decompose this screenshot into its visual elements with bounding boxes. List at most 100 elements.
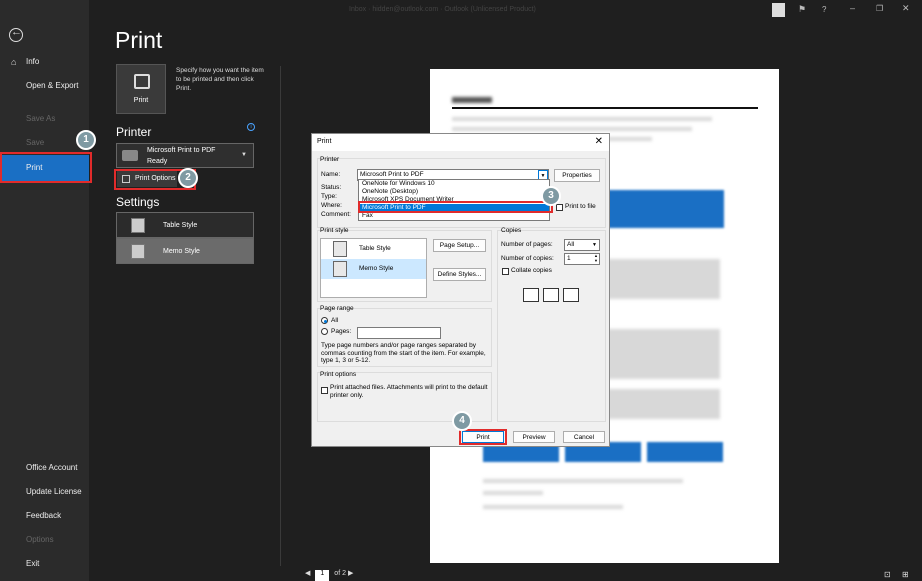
printer-icon bbox=[134, 74, 150, 89]
where-label: Where: bbox=[321, 202, 342, 209]
page-title: Print bbox=[115, 27, 163, 53]
printer-option[interactable]: Fax bbox=[359, 212, 549, 220]
highlight-print-nav bbox=[0, 152, 92, 183]
name-label: Name: bbox=[321, 171, 341, 178]
step-badge-4: 4 bbox=[452, 411, 472, 431]
dialog-close-icon[interactable]: ✕ bbox=[595, 136, 603, 147]
print-button-label: Print bbox=[133, 97, 149, 104]
pages-label: Pages: bbox=[331, 328, 352, 335]
pages-radio[interactable] bbox=[321, 328, 328, 335]
num-pages-label: Number of pages: bbox=[501, 241, 553, 248]
print-to-file-checkbox[interactable] bbox=[556, 204, 563, 211]
back-icon[interactable]: ← bbox=[9, 26, 23, 42]
nav-item-save-as[interactable]: Save As bbox=[0, 110, 89, 128]
close-icon[interactable]: ✕ bbox=[902, 3, 910, 14]
printer-name: Microsoft Print to PDF bbox=[147, 147, 216, 154]
nav-item-open-export[interactable]: Open & Export bbox=[0, 77, 89, 95]
num-pages-value: All bbox=[567, 241, 575, 248]
print-button[interactable]: Print bbox=[116, 64, 166, 114]
status-label: Status: bbox=[321, 184, 342, 191]
printer-status-icon bbox=[122, 150, 138, 161]
page-navigator: ◀ 1 of 2 ▶ bbox=[305, 569, 353, 581]
window-title: Inbox · hidden@outlook.com · Outlook (Un… bbox=[349, 6, 536, 13]
nav-item-info[interactable]: Info bbox=[0, 53, 89, 71]
printer-group-label: Printer bbox=[320, 156, 340, 163]
dialog-style-table-label: Table Style bbox=[359, 245, 391, 252]
help-icon[interactable]: ? bbox=[822, 5, 826, 14]
step-badge-1: 1 bbox=[76, 130, 96, 150]
prev-page-icon[interactable]: ◀ bbox=[305, 570, 310, 577]
dialog-style-memo-label: Memo Style bbox=[359, 265, 394, 272]
avatar[interactable] bbox=[772, 3, 785, 17]
spinner-icon[interactable]: ▲ ▼ bbox=[594, 253, 598, 263]
nav-item-office-account[interactable]: Office Account bbox=[0, 459, 89, 477]
printer-name-value: Microsoft Print to PDF bbox=[360, 171, 424, 178]
dialog-style-table[interactable]: Table Style bbox=[321, 239, 426, 259]
collate-label: Collate copies bbox=[511, 267, 552, 274]
memo-style-thumbnail bbox=[333, 261, 347, 277]
num-pages-select[interactable]: All ▼ bbox=[564, 239, 600, 251]
nav-item-update-license[interactable]: Update License bbox=[0, 483, 89, 501]
cancel-button[interactable]: Cancel bbox=[563, 431, 605, 443]
printer-select[interactable]: Microsoft Print to PDF Ready ▼ bbox=[116, 143, 254, 168]
print-style-list[interactable]: Table Style Memo Style bbox=[320, 238, 427, 298]
define-styles-button[interactable]: Define Styles... bbox=[433, 268, 486, 281]
minimize-icon[interactable]: – bbox=[850, 3, 855, 13]
print-options-label: Print options bbox=[320, 371, 357, 378]
page-number-input[interactable]: 1 bbox=[315, 570, 330, 581]
info-icon[interactable]: i bbox=[247, 123, 255, 131]
properties-button[interactable]: Properties bbox=[554, 169, 600, 182]
step-badge-2: 2 bbox=[178, 168, 198, 188]
restore-icon[interactable]: ❐ bbox=[876, 4, 883, 13]
chevron-down-icon: ▼ bbox=[241, 152, 247, 158]
step-badge-3: 3 bbox=[541, 186, 561, 206]
num-copies-label: Number of copies: bbox=[501, 255, 554, 262]
printer-status: Ready bbox=[147, 158, 168, 165]
all-pages-radio[interactable] bbox=[321, 317, 328, 324]
copies-label: Copies bbox=[501, 227, 522, 234]
page-setup-button[interactable]: Page Setup... bbox=[433, 239, 486, 252]
nav-item-options[interactable]: Options bbox=[0, 531, 89, 549]
multiple-pages-icon[interactable]: ⊞ bbox=[902, 570, 909, 579]
printer-dropdown-list: OneNote for Windows 10 OneNote (Desktop)… bbox=[358, 179, 550, 221]
preview-button[interactable]: Preview bbox=[513, 431, 555, 443]
print-hint: Specify how you want the item to be prin… bbox=[176, 67, 264, 92]
collate-pages-icon bbox=[523, 288, 539, 302]
backstage-nav: ← ⌂ Info Open & Export Save As Save Atta… bbox=[0, 0, 89, 581]
print-dialog: Print ✕ Printer Name: Microsoft Print to… bbox=[311, 133, 610, 447]
memo-style-thumbnail bbox=[131, 244, 145, 259]
collate-pages-icon bbox=[563, 288, 579, 302]
table-style-thumbnail bbox=[333, 241, 347, 257]
dialog-titlebar: Print ✕ bbox=[312, 134, 609, 151]
collate-checkbox[interactable] bbox=[502, 268, 509, 275]
printer-option[interactable]: OneNote for Windows 10 bbox=[359, 180, 549, 188]
dialog-style-memo[interactable]: Memo Style bbox=[321, 259, 426, 279]
type-label: Type: bbox=[321, 193, 337, 200]
style-table-label: Table Style bbox=[163, 222, 198, 229]
printer-option[interactable]: OneNote (Desktop) bbox=[359, 188, 549, 196]
highlight-printer-option bbox=[358, 201, 553, 213]
feedback-icon[interactable]: ⚑ bbox=[798, 4, 806, 15]
style-table[interactable]: Table Style bbox=[116, 212, 254, 238]
print-style-label: Print style bbox=[320, 227, 349, 234]
collate-pages-icon bbox=[543, 288, 559, 302]
dialog-title: Print bbox=[317, 138, 332, 145]
settings-heading: Settings bbox=[116, 195, 160, 209]
nav-item-feedback[interactable]: Feedback bbox=[0, 507, 89, 525]
print-attached-checkbox[interactable] bbox=[321, 387, 328, 394]
highlight-print-button bbox=[459, 429, 507, 445]
page-count: of 2 bbox=[334, 570, 346, 577]
nav-item-exit[interactable]: Exit bbox=[0, 555, 89, 573]
actual-size-icon[interactable]: ⊡ bbox=[884, 570, 891, 579]
style-memo[interactable]: Memo Style bbox=[116, 238, 254, 264]
num-copies-input[interactable]: 1 ▲ ▼ bbox=[564, 253, 600, 265]
chevron-down-icon: ▼ bbox=[592, 242, 597, 248]
page-range-help: Type page numbers and/or page ranges sep… bbox=[321, 342, 486, 364]
next-page-icon[interactable]: ▶ bbox=[348, 570, 353, 577]
comment-label: Comment: bbox=[321, 211, 351, 218]
num-copies-value: 1 bbox=[567, 255, 571, 262]
page-range-label: Page range bbox=[320, 305, 354, 312]
all-pages-label: All bbox=[331, 317, 339, 324]
printer-heading: Printer bbox=[116, 125, 152, 139]
pages-input[interactable] bbox=[357, 327, 441, 339]
